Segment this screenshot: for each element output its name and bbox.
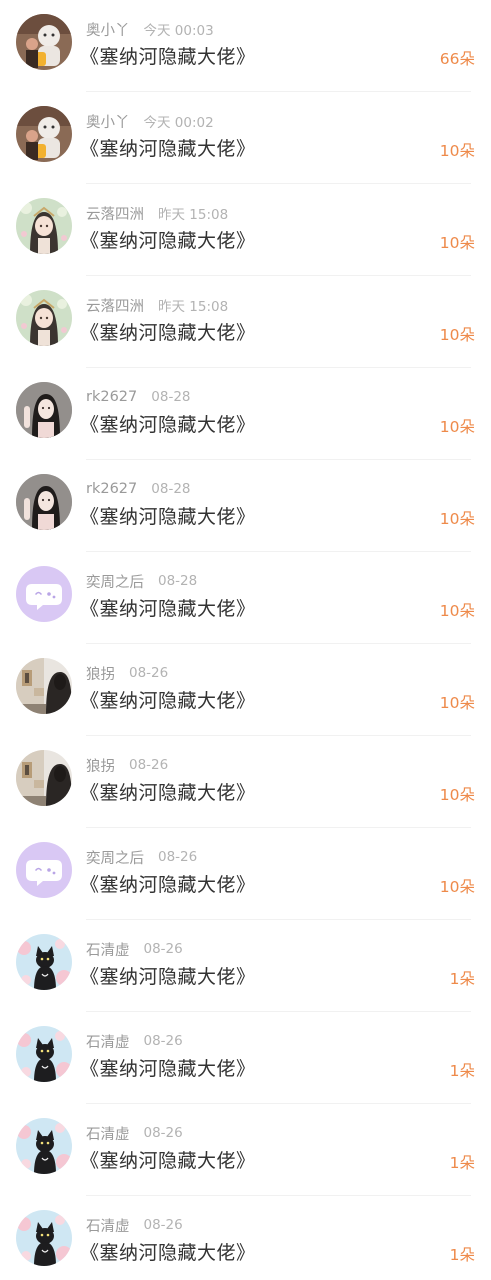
gift-count: 10朵 [439,142,475,160]
item-meta: 狼拐 08-26 [86,755,168,775]
gift-count: 10朵 [439,602,475,620]
timestamp: 08-26 [143,1217,183,1233]
black-cat-avatar-icon[interactable] [16,934,72,990]
street-photo-avatar-icon[interactable] [16,750,72,806]
timestamp: 08-28 [151,389,191,405]
gift-count: 1朵 [449,1062,475,1080]
item-meta: 奥小丫 今天 00:03 [86,19,214,40]
gift-count: 10朵 [439,510,475,528]
user-name[interactable]: 奕周之后 [86,571,144,592]
book-title[interactable]: 《塞纳河隐藏大佬》 [80,1146,256,1173]
gift-count: 10朵 [439,878,475,896]
list-item[interactable]: 奥小丫 今天 00:02 《塞纳河隐藏大佬》 10朵 [0,92,491,184]
item-meta: 狼拐 08-26 [86,663,168,683]
user-name[interactable]: 云落四洲 [86,203,144,224]
default-chat-bubble-avatar-icon[interactable] [16,842,72,898]
girl-photo-avatar-icon[interactable] [16,382,72,438]
book-title[interactable]: 《塞纳河隐藏大佬》 [80,870,256,897]
item-meta: 云落四洲 昨天 15:08 [86,203,229,224]
user-name[interactable]: 云落四洲 [86,295,144,316]
book-title[interactable]: 《塞纳河隐藏大佬》 [80,42,256,69]
book-title[interactable]: 《塞纳河隐藏大佬》 [80,778,256,805]
book-title[interactable]: 《塞纳河隐藏大佬》 [80,318,256,345]
book-title[interactable]: 《塞纳河隐藏大佬》 [80,1054,256,1081]
gift-count: 1朵 [449,1154,475,1172]
timestamp: 08-26 [143,1125,183,1141]
user-name[interactable]: 石清虚 [86,1215,130,1236]
book-title[interactable]: 《塞纳河隐藏大佬》 [80,1238,256,1265]
gift-count: 10朵 [439,786,475,804]
list-item[interactable]: 云落四洲 昨天 15:08 《塞纳河隐藏大佬》 10朵 [0,276,491,368]
user-name[interactable]: 奕周之后 [86,847,144,868]
list-item[interactable]: 石清虚 08-26 《塞纳河隐藏大佬》 1朵 [0,1012,491,1104]
timestamp: 08-26 [129,757,169,773]
timestamp: 08-26 [143,1033,183,1049]
list-item[interactable]: 石清虚 08-26 《塞纳河隐藏大佬》 1朵 [0,1196,491,1280]
list-item[interactable]: rk2627 08-28 《塞纳河隐藏大佬》 10朵 [0,460,491,552]
timestamp: 昨天 15:08 [158,207,229,223]
black-cat-avatar-icon[interactable] [16,1210,72,1266]
timestamp: 08-26 [129,665,169,681]
user-name[interactable]: 石清虚 [86,1031,130,1052]
book-title[interactable]: 《塞纳河隐藏大佬》 [80,226,256,253]
gift-record-list: 奥小丫 今天 00:03 《塞纳河隐藏大佬》 66朵 奥小丫 今天 00:02 … [0,0,491,1280]
item-meta: 奥小丫 今天 00:02 [86,111,214,132]
item-meta: 石清虚 08-26 [86,1123,183,1143]
black-cat-avatar-icon[interactable] [16,1026,72,1082]
item-meta: 奕周之后 08-28 [86,571,197,591]
gift-count: 10朵 [439,234,475,252]
item-meta: 奕周之后 08-26 [86,847,197,867]
book-title[interactable]: 《塞纳河隐藏大佬》 [80,594,256,621]
gift-count: 10朵 [439,326,475,344]
gift-count: 10朵 [439,694,475,712]
user-photo-icon[interactable] [16,14,72,70]
list-item[interactable]: 奥小丫 今天 00:03 《塞纳河隐藏大佬》 66朵 [0,0,491,92]
book-title[interactable]: 《塞纳河隐藏大佬》 [80,134,256,161]
list-item[interactable]: 石清虚 08-26 《塞纳河隐藏大佬》 1朵 [0,920,491,1012]
default-chat-bubble-avatar-icon[interactable] [16,566,72,622]
gift-count: 1朵 [449,1246,475,1264]
gift-count: 10朵 [439,418,475,436]
list-item[interactable]: 狼拐 08-26 《塞纳河隐藏大佬》 10朵 [0,644,491,736]
book-title[interactable]: 《塞纳河隐藏大佬》 [80,410,256,437]
user-name[interactable]: 奥小丫 [86,19,130,40]
list-item[interactable]: 石清虚 08-26 《塞纳河隐藏大佬》 1朵 [0,1104,491,1196]
anime-girl-avatar-icon[interactable] [16,290,72,346]
timestamp: 08-26 [158,849,198,865]
book-title[interactable]: 《塞纳河隐藏大佬》 [80,962,256,989]
girl-photo-avatar-icon[interactable] [16,474,72,530]
list-item[interactable]: 云落四洲 昨天 15:08 《塞纳河隐藏大佬》 10朵 [0,184,491,276]
user-name[interactable]: 狼拐 [86,755,115,776]
list-item[interactable]: 奕周之后 08-26 《塞纳河隐藏大佬》 10朵 [0,828,491,920]
item-meta: 石清虚 08-26 [86,1215,183,1235]
user-name[interactable]: rk2627 [86,481,137,497]
gift-count: 1朵 [449,970,475,988]
item-meta: rk2627 08-28 [86,479,191,499]
list-item[interactable]: rk2627 08-28 《塞纳河隐藏大佬》 10朵 [0,368,491,460]
list-item[interactable]: 狼拐 08-26 《塞纳河隐藏大佬》 10朵 [0,736,491,828]
timestamp: 08-28 [151,481,191,497]
user-name[interactable]: 奥小丫 [86,111,130,132]
anime-girl-avatar-icon[interactable] [16,198,72,254]
street-photo-avatar-icon[interactable] [16,658,72,714]
user-photo-icon[interactable] [16,106,72,162]
user-name[interactable]: 石清虚 [86,1123,130,1144]
list-item[interactable]: 奕周之后 08-28 《塞纳河隐藏大佬》 10朵 [0,552,491,644]
timestamp: 昨天 15:08 [158,299,229,315]
item-meta: 石清虚 08-26 [86,1031,183,1051]
user-name[interactable]: 狼拐 [86,663,115,684]
user-name[interactable]: rk2627 [86,389,137,405]
timestamp: 今天 00:02 [143,115,214,131]
book-title[interactable]: 《塞纳河隐藏大佬》 [80,502,256,529]
timestamp: 08-26 [143,941,183,957]
item-meta: 云落四洲 昨天 15:08 [86,295,229,316]
user-name[interactable]: 石清虚 [86,939,130,960]
book-title[interactable]: 《塞纳河隐藏大佬》 [80,686,256,713]
item-meta: rk2627 08-28 [86,387,191,407]
item-meta: 石清虚 08-26 [86,939,183,959]
black-cat-avatar-icon[interactable] [16,1118,72,1174]
timestamp: 08-28 [158,573,198,589]
gift-count: 66朵 [439,50,475,68]
timestamp: 今天 00:03 [143,23,214,39]
